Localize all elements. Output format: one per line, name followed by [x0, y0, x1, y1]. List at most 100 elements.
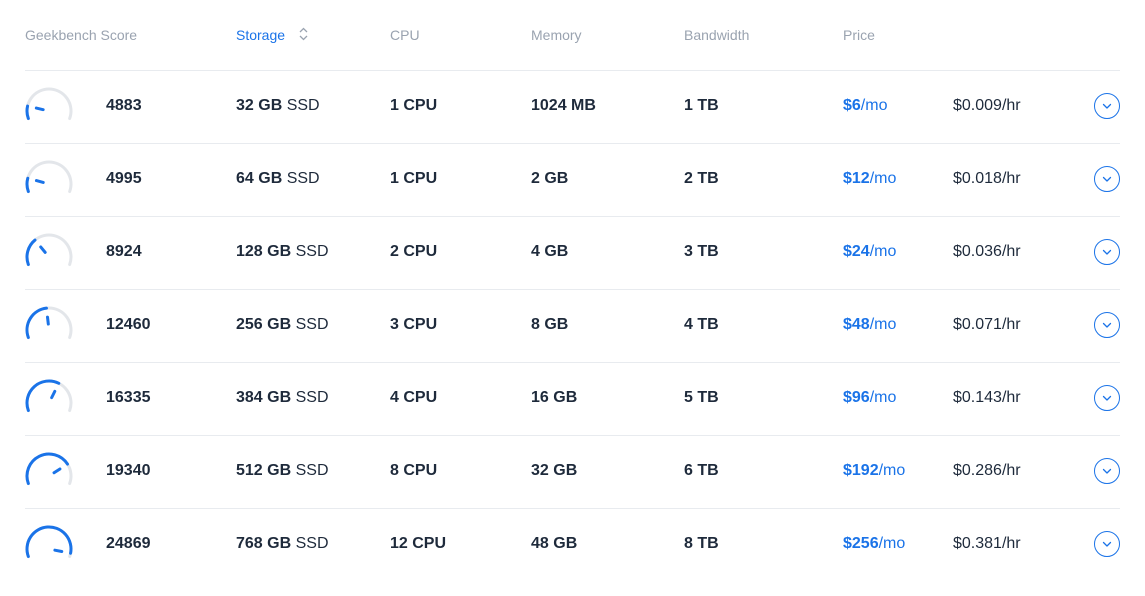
table-row: 12460 256 GB SSD 3 CPU 8 GB 4 TB $48/mo … — [25, 290, 1120, 363]
price-unit: /mo — [860, 97, 888, 114]
expand-row-button[interactable] — [1094, 385, 1120, 411]
hourly-price: $0.071/hr — [953, 316, 1021, 333]
storage-cell: 64 GB SSD — [236, 170, 320, 188]
monthly-price: $48/mo — [843, 316, 896, 334]
header-storage-label: Storage — [236, 27, 286, 43]
expand-row-button[interactable] — [1094, 93, 1120, 119]
storage-size: 128 GB — [236, 243, 292, 260]
header-price[interactable]: Price — [843, 27, 875, 43]
price-unit: /mo — [878, 462, 906, 479]
storage-cell: 32 GB SSD — [236, 97, 320, 115]
memory-size: 4 GB — [531, 243, 569, 260]
storage-size: 512 GB — [236, 462, 292, 479]
chevron-down-icon — [1102, 322, 1112, 328]
price-amount: $12 — [843, 170, 870, 187]
monthly-price: $192/mo — [843, 462, 905, 480]
bandwidth-amount: 8 TB — [684, 535, 719, 552]
hourly-price: $0.018/hr — [953, 170, 1021, 187]
memory-size: 32 GB — [531, 462, 578, 479]
monthly-price: $6/mo — [843, 97, 887, 115]
price-unit: /mo — [869, 316, 897, 333]
cpu-count: 3 CPU — [390, 316, 438, 333]
cpu-count: 4 CPU — [390, 389, 438, 406]
storage-type: SSD — [295, 462, 329, 479]
price-amount: $192 — [843, 462, 879, 479]
storage-type: SSD — [286, 97, 320, 114]
storage-cell: 768 GB SSD — [236, 535, 329, 553]
table-row: 8924 128 GB SSD 2 CPU 4 GB 3 TB $24/mo $… — [25, 217, 1120, 290]
cpu-count: 12 CPU — [390, 535, 447, 552]
table-row: 24869 768 GB SSD 12 CPU 48 GB 8 TB $256/… — [25, 509, 1120, 581]
storage-size: 256 GB — [236, 316, 292, 333]
header-memory[interactable]: Memory — [531, 27, 582, 43]
header-cpu[interactable]: CPU — [390, 27, 420, 43]
hourly-price: $0.286/hr — [953, 462, 1021, 479]
storage-cell: 128 GB SSD — [236, 243, 329, 261]
sort-updown-icon[interactable] — [299, 27, 308, 44]
storage-cell: 256 GB SSD — [236, 316, 329, 334]
geekbench-score: 19340 — [106, 462, 151, 479]
expand-row-button[interactable] — [1094, 458, 1120, 484]
cpu-count: 2 CPU — [390, 243, 438, 260]
geekbench-score: 12460 — [106, 316, 151, 333]
storage-size: 384 GB — [236, 389, 292, 406]
geekbench-score: 24869 — [106, 535, 151, 552]
storage-size: 32 GB — [236, 97, 283, 114]
hourly-price: $0.036/hr — [953, 243, 1021, 260]
storage-type: SSD — [295, 389, 329, 406]
storage-type: SSD — [295, 243, 329, 260]
chevron-down-icon — [1102, 395, 1112, 401]
speedometer-icon — [25, 87, 73, 121]
bandwidth-amount: 1 TB — [684, 97, 719, 114]
price-unit: /mo — [869, 389, 897, 406]
memory-size: 2 GB — [531, 170, 569, 187]
expand-row-button[interactable] — [1094, 531, 1120, 557]
bandwidth-amount: 3 TB — [684, 243, 719, 260]
expand-row-button[interactable] — [1094, 239, 1120, 265]
cpu-count: 1 CPU — [390, 97, 438, 114]
storage-size: 768 GB — [236, 535, 292, 552]
header-bandwidth[interactable]: Bandwidth — [684, 27, 749, 43]
chevron-down-icon — [1102, 176, 1112, 182]
price-amount: $256 — [843, 535, 879, 552]
geekbench-score: 16335 — [106, 389, 151, 406]
storage-cell: 512 GB SSD — [236, 462, 329, 480]
geekbench-score: 8924 — [106, 243, 142, 260]
storage-size: 64 GB — [236, 170, 283, 187]
plans-table: Geekbench Score Storage CPU Memory Bandw… — [0, 0, 1145, 581]
chevron-down-icon — [1102, 541, 1112, 547]
expand-row-button[interactable] — [1094, 166, 1120, 192]
chevron-down-icon — [1102, 249, 1112, 255]
price-amount: $96 — [843, 389, 870, 406]
chevron-down-icon — [1102, 468, 1112, 474]
header-geekbench-score[interactable]: Geekbench Score — [25, 27, 137, 43]
monthly-price: $24/mo — [843, 243, 896, 261]
bandwidth-amount: 5 TB — [684, 389, 719, 406]
speedometer-icon — [25, 160, 73, 194]
storage-type: SSD — [295, 535, 329, 552]
monthly-price: $256/mo — [843, 535, 905, 553]
bandwidth-amount: 2 TB — [684, 170, 719, 187]
expand-row-button[interactable] — [1094, 312, 1120, 338]
speedometer-icon — [25, 525, 73, 559]
memory-size: 16 GB — [531, 389, 578, 406]
price-unit: /mo — [878, 535, 906, 552]
table-body: 4883 32 GB SSD 1 CPU 1024 MB 1 TB $6/mo … — [0, 71, 1145, 581]
speedometer-icon — [25, 306, 73, 340]
speedometer-icon — [25, 233, 73, 267]
memory-size: 8 GB — [531, 316, 569, 333]
hourly-price: $0.381/hr — [953, 535, 1021, 552]
header-storage[interactable]: Storage — [236, 27, 308, 44]
hourly-price: $0.143/hr — [953, 389, 1021, 406]
bandwidth-amount: 4 TB — [684, 316, 719, 333]
speedometer-icon — [25, 379, 73, 413]
bandwidth-amount: 6 TB — [684, 462, 719, 479]
cpu-count: 8 CPU — [390, 462, 438, 479]
chevron-down-icon — [1102, 103, 1112, 109]
hourly-price: $0.009/hr — [953, 97, 1021, 114]
price-amount: $6 — [843, 97, 861, 114]
memory-size: 48 GB — [531, 535, 578, 552]
price-amount: $48 — [843, 316, 870, 333]
price-amount: $24 — [843, 243, 870, 260]
table-row: 4995 64 GB SSD 1 CPU 2 GB 2 TB $12/mo $0… — [25, 144, 1120, 217]
